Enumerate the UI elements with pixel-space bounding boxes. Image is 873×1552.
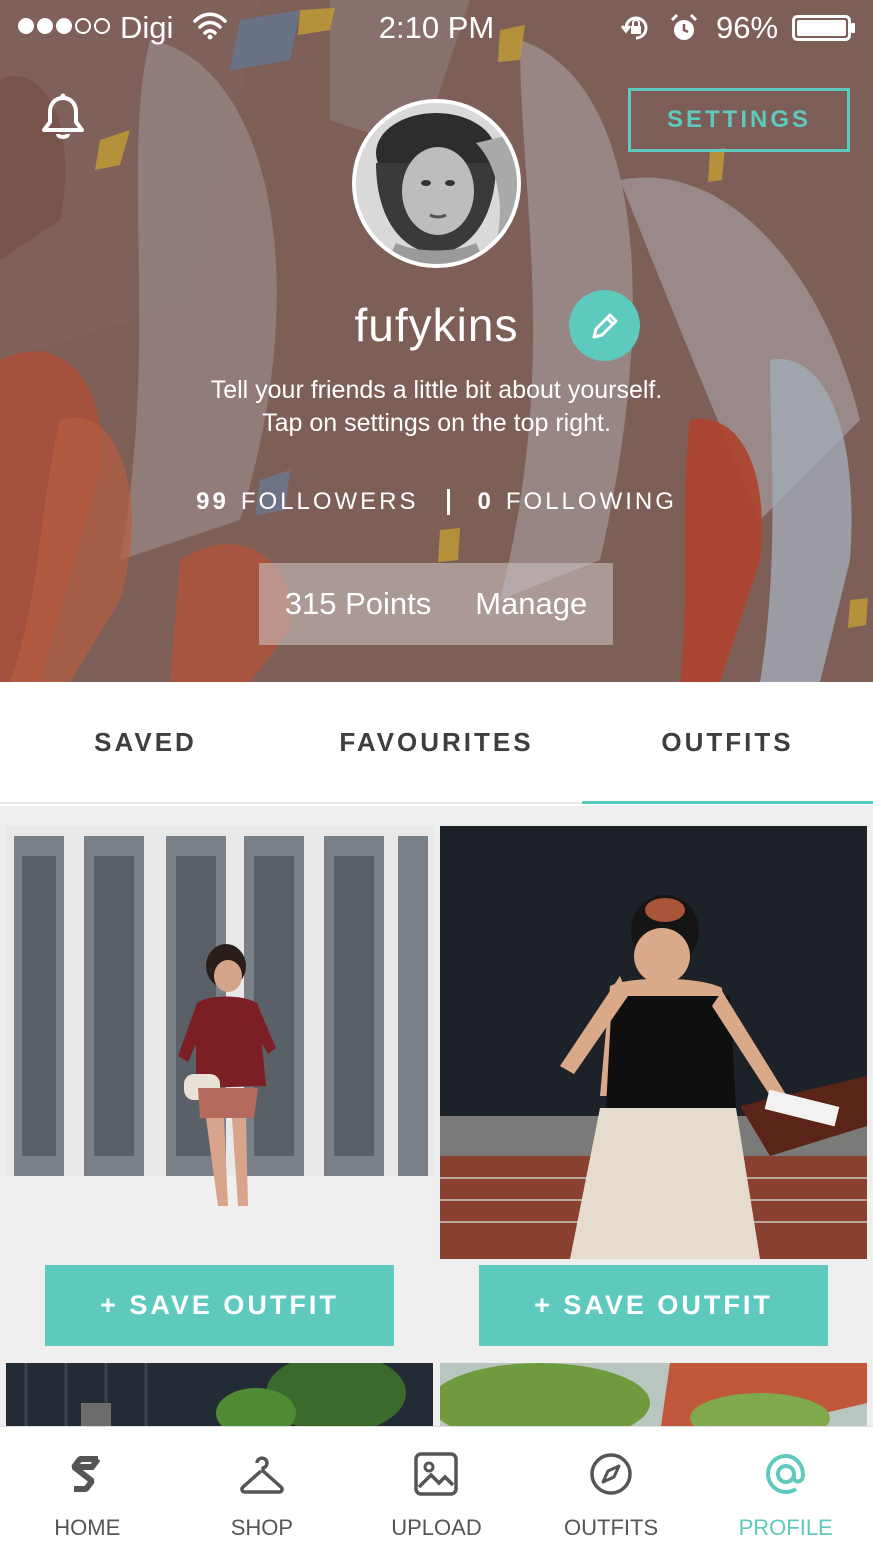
save-outfit-button[interactable]: + SAVE OUTFIT <box>479 1265 828 1346</box>
outfit-photo[interactable] <box>440 826 867 1259</box>
at-sign-icon <box>765 1453 805 1495</box>
nav-label-home: HOME <box>54 1515 121 1540</box>
outfits-grid: + SAVE OUTFIT + SAVE OUTFIT <box>0 806 873 1426</box>
profile-bio: Tell your friends a little bit about you… <box>0 374 873 440</box>
nav-outfits[interactable]: OUTFITS <box>524 1427 699 1552</box>
battery-percentage: 96% <box>716 10 779 45</box>
username: fufykins <box>354 299 519 351</box>
manage-points-button[interactable]: Manage <box>475 586 587 622</box>
outfit-image <box>6 826 433 1259</box>
bio-line-2: Tap on settings on the top right. <box>262 409 611 437</box>
nav-upload[interactable]: UPLOAD <box>349 1427 524 1552</box>
tab-saved[interactable]: SAVED <box>0 682 291 802</box>
followers-count: 99 <box>196 488 229 515</box>
save-outfit-button[interactable]: + SAVE OUTFIT <box>45 1265 394 1346</box>
nav-label-profile: PROFILE <box>738 1515 833 1540</box>
points-panel: 315 Points Manage <box>259 563 613 645</box>
bottom-navigation: HOME SHOP UPLOAD OUTFITS PROFILE <box>0 1426 873 1552</box>
s-logo-icon <box>71 1456 101 1492</box>
hanger-icon <box>240 1456 284 1494</box>
avatar[interactable] <box>352 99 521 268</box>
tab-outfits[interactable]: OUTFITS <box>582 682 873 804</box>
outfit-photo[interactable] <box>440 1363 867 1426</box>
outfit-image <box>440 826 867 1259</box>
outfit-image <box>6 1363 433 1426</box>
rotation-lock-icon <box>620 16 648 40</box>
nav-label-outfits: OUTFITS <box>564 1515 659 1540</box>
alarm-icon <box>670 13 698 40</box>
followers-link[interactable]: 99 FOLLOWERS <box>196 488 418 516</box>
edit-profile-button[interactable] <box>569 290 640 361</box>
battery-icon <box>792 15 855 41</box>
nav-shop[interactable]: SHOP <box>175 1427 350 1552</box>
follow-stats: 99 FOLLOWERS 0 FOLLOWING <box>0 488 873 516</box>
followers-label: FOLLOWERS <box>240 488 419 515</box>
bio-line-1: Tell your friends a little bit about you… <box>210 376 663 404</box>
nav-profile[interactable]: PROFILE <box>698 1427 873 1552</box>
compass-icon <box>590 1453 632 1495</box>
stats-divider <box>446 489 450 515</box>
following-label: FOLLOWING <box>505 488 677 515</box>
following-count: 0 <box>477 488 494 515</box>
profile-tabs: SAVED FAVOURITES OUTFITS <box>0 682 873 804</box>
outfit-photo[interactable] <box>6 1363 433 1426</box>
points-value: 315 Points <box>284 586 432 621</box>
profile-header: Digi 2:10 PM 96% SETTINGS fufykins Tell … <box>0 0 873 682</box>
nav-label-upload: UPLOAD <box>391 1515 482 1540</box>
settings-button[interactable]: SETTINGS <box>628 88 850 152</box>
nav-home[interactable]: HOME <box>0 1427 175 1552</box>
following-link[interactable]: 0 FOLLOWING <box>478 488 677 516</box>
pencil-icon <box>592 313 617 338</box>
outfit-photo[interactable] <box>6 826 433 1259</box>
nav-label-shop: SHOP <box>230 1515 294 1540</box>
notifications-bell-icon[interactable] <box>38 92 88 142</box>
image-upload-icon <box>414 1452 459 1496</box>
avatar-photo <box>356 103 517 264</box>
status-bar: Digi 2:10 PM 96% <box>0 0 873 58</box>
tab-favourites[interactable]: FAVOURITES <box>291 682 582 802</box>
outfit-image <box>440 1363 867 1426</box>
